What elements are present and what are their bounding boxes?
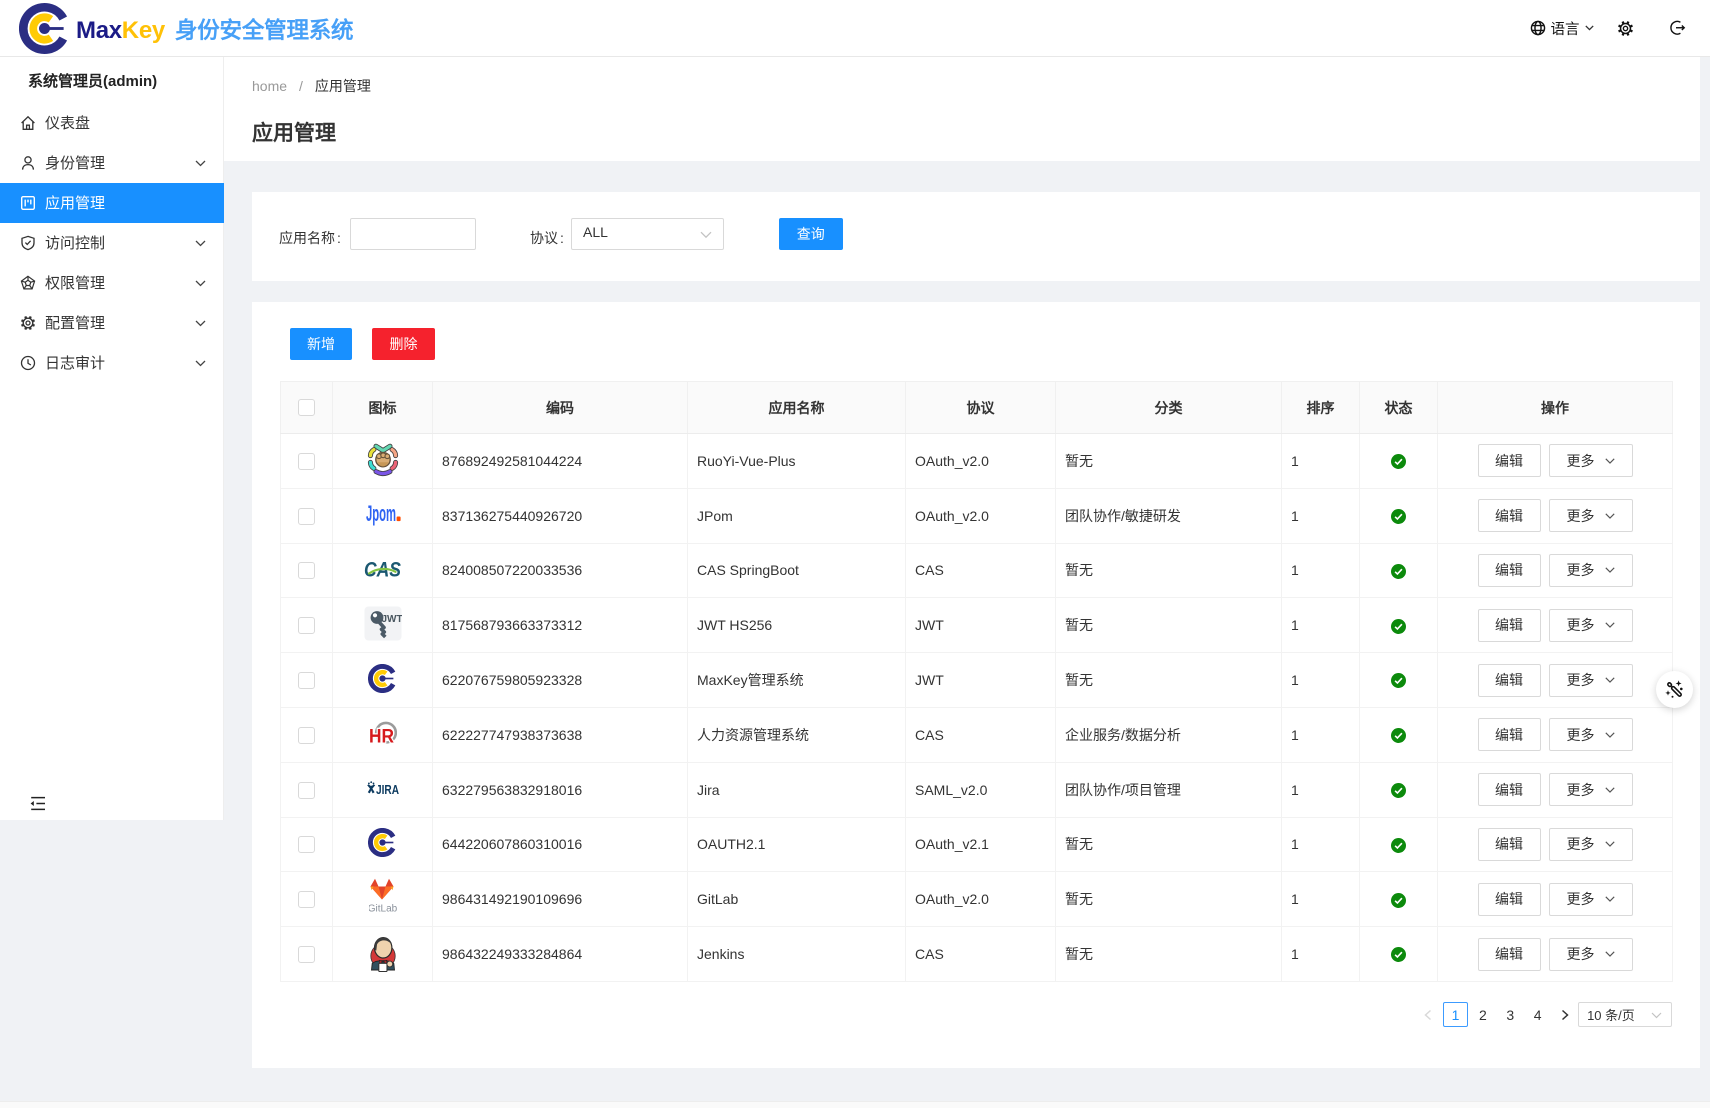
svg-text:JIRA: JIRA	[376, 782, 399, 797]
svg-text:JWT: JWT	[381, 614, 402, 625]
svg-text:Jpom: Jpom	[366, 501, 396, 526]
svg-text:HR: HR	[369, 726, 394, 747]
svg-text:GitLab: GitLab	[369, 903, 397, 914]
